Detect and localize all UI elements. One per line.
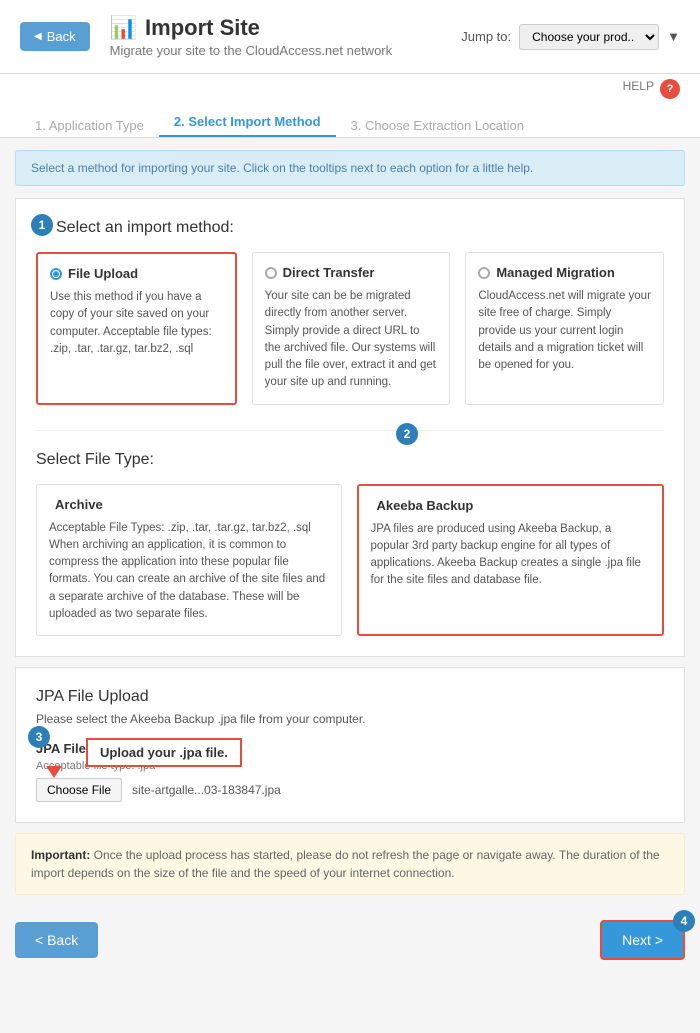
upload-tooltip: Upload your .jpa file. <box>86 738 242 767</box>
file-type-akeeba[interactable]: Akeeba Backup JPA files are produced usi… <box>357 484 665 637</box>
file-type-badge: 2 <box>396 423 418 445</box>
method-file-upload-desc: Use this method if you have a copy of yo… <box>50 289 223 358</box>
footer-buttons: < Back 4 Next > <box>0 910 700 980</box>
main-content: 1 Select an import method: File Upload U… <box>15 198 685 657</box>
step-2[interactable]: 2. Select Import Method <box>159 114 336 137</box>
step-1[interactable]: 1. Application Type <box>20 118 159 133</box>
import-method-badge: 1 <box>31 214 53 236</box>
method-managed-migration[interactable]: Managed Migration CloudAccess.net will m… <box>465 252 664 405</box>
footer-next-wrapper: 4 Next > <box>600 920 685 960</box>
page-subtitle: Migrate your site to the CloudAccess.net… <box>110 43 393 58</box>
radio-file-upload <box>50 268 62 280</box>
method-managed-migration-title: Managed Migration <box>478 265 651 280</box>
jpa-title: JPA File Upload <box>36 688 664 706</box>
dropdown-icon: ▼ <box>667 29 680 44</box>
choose-file-button[interactable]: Choose File <box>36 778 122 802</box>
header-title-area: 📊 Import Site Migrate your site to the C… <box>110 15 393 58</box>
footer-back-button[interactable]: < Back <box>15 922 98 958</box>
method-direct-transfer[interactable]: Direct Transfer Your site can be be migr… <box>252 252 451 405</box>
radio-managed-migration <box>478 267 490 279</box>
help-row: HELP ? <box>20 74 680 104</box>
header-back-button[interactable]: Back <box>20 22 90 51</box>
method-direct-transfer-desc: Your site can be be migrated directly fr… <box>265 288 438 392</box>
file-type-archive-desc: Acceptable File Types: .zip, .tar, .tar.… <box>49 520 329 624</box>
file-type-archive[interactable]: Archive Acceptable File Types: .zip, .ta… <box>36 484 342 637</box>
jpa-badge: 3 <box>28 726 50 748</box>
import-method-section: 1 Select an import method: File Upload U… <box>36 219 664 405</box>
import-method-title: Select an import method: <box>36 219 664 237</box>
next-badge: 4 <box>673 910 695 932</box>
important-notice: Important: Once the upload process has s… <box>15 833 685 895</box>
file-type-section: 2 Select File Type: Archive Acceptable F… <box>36 430 664 637</box>
file-type-title: Select File Type: <box>36 451 664 469</box>
file-type-akeeba-title: Akeeba Backup <box>371 498 651 513</box>
chart-icon: 📊 <box>110 15 137 41</box>
file-name: site-artgalle...03-183847.jpa <box>132 783 281 797</box>
jump-to-area: Jump to: Choose your prod... ▼ <box>461 24 680 50</box>
file-type-cards: Archive Acceptable File Types: .zip, .ta… <box>36 484 664 637</box>
steps-row: 1. Application Type 2. Select Import Met… <box>20 104 680 137</box>
step-3[interactable]: 3. Choose Extraction Location <box>336 118 539 133</box>
method-file-upload-title: File Upload <box>50 266 223 281</box>
jpa-upload-row: Upload your .jpa file. 3 Choose File sit… <box>36 778 664 802</box>
header: Back 📊 Import Site Migrate your site to … <box>0 0 700 74</box>
help-button[interactable]: ? <box>660 79 680 99</box>
jump-to-label: Jump to: <box>461 29 511 44</box>
important-text: Once the upload process has started, ple… <box>31 848 660 880</box>
import-methods-list: File Upload Use this method if you have … <box>36 252 664 405</box>
jpa-subtitle: Please select the Akeeba Backup .jpa fil… <box>36 712 664 726</box>
jpa-upload-section: JPA File Upload Please select the Akeeba… <box>15 667 685 823</box>
method-direct-transfer-title: Direct Transfer <box>265 265 438 280</box>
method-file-upload[interactable]: File Upload Use this method if you have … <box>36 252 237 405</box>
important-prefix: Important: <box>31 848 90 862</box>
help-label: HELP <box>623 79 654 99</box>
file-type-archive-title: Archive <box>49 497 329 512</box>
tooltip-arrow-down <box>46 766 62 778</box>
info-bar: Select a method for importing your site.… <box>15 150 685 186</box>
jump-to-select[interactable]: Choose your prod... <box>519 24 659 50</box>
radio-direct-transfer <box>265 267 277 279</box>
page-title: 📊 Import Site <box>110 15 393 41</box>
method-managed-migration-desc: CloudAccess.net will migrate your site f… <box>478 288 651 374</box>
steps-wrapper: HELP ? 1. Application Type 2. Select Imp… <box>0 74 700 138</box>
footer-next-button[interactable]: Next > <box>600 920 685 960</box>
file-type-akeeba-desc: JPA files are produced using Akeeba Back… <box>371 521 651 590</box>
